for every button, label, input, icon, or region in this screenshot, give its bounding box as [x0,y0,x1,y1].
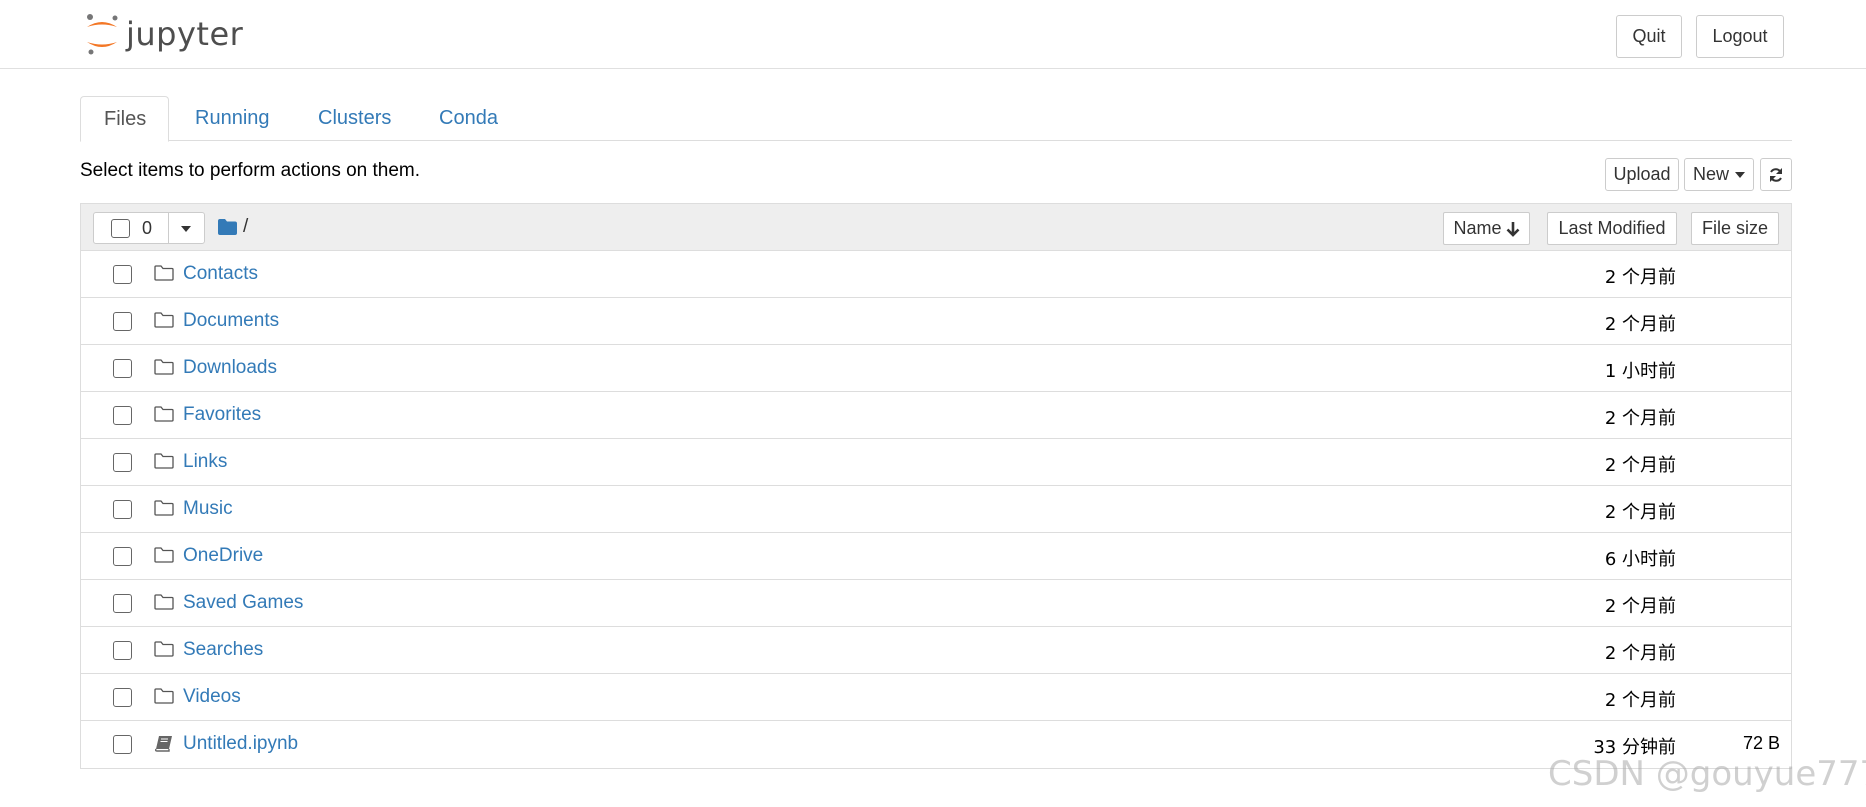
row-checkbox[interactable] [113,688,132,707]
folder-icon [154,641,174,662]
tab-conda[interactable]: Conda [439,96,498,141]
file-row[interactable]: Music 2 个月前 [81,486,1791,533]
folder-icon [154,688,174,709]
new-label: New [1692,164,1729,184]
tab-clusters[interactable]: Clusters [318,96,391,141]
file-row[interactable]: Untitled.ipynb 33 分钟前 72 B [81,721,1791,768]
file-row[interactable]: Downloads 1 小时前 [81,345,1791,392]
select-all-group: 0 [93,212,205,244]
file-name-link[interactable]: Music [183,498,233,520]
selected-count: 0 [142,218,153,238]
file-row[interactable]: OneDrive 6 小时前 [81,533,1791,580]
last-modified: 2 个月前 [1604,408,1676,429]
row-checkbox[interactable] [113,500,132,519]
quit-button[interactable]: Quit [1616,15,1682,58]
breadcrumb-root: / [243,216,249,237]
file-name-link[interactable]: Documents [183,310,279,332]
file-name-link[interactable]: OneDrive [183,545,263,567]
divider [168,213,169,243]
last-modified: 1 小时前 [1604,361,1676,382]
file-size: 72 B [1742,733,1780,753]
chevron-down-icon [1735,171,1745,178]
folder-icon [218,219,237,235]
row-checkbox[interactable] [113,594,132,613]
file-name-link[interactable]: Saved Games [183,592,303,614]
logo-text: jupyter [126,15,244,53]
file-row[interactable]: Contacts 2 个月前 [81,251,1791,298]
row-checkbox[interactable] [113,359,132,378]
folder-icon [154,547,174,568]
new-dropdown-button[interactable]: New [1684,158,1754,191]
sort-name-label: Name [1453,218,1502,238]
jupyter-logo[interactable]: jupyter [84,12,243,56]
file-row[interactable]: Links 2 个月前 [81,439,1791,486]
last-modified: 6 小时前 [1604,549,1676,570]
row-checkbox[interactable] [113,406,132,425]
select-menu-chevron-down-icon[interactable] [181,226,191,232]
file-name-link[interactable]: Videos [183,686,241,708]
last-modified: 2 个月前 [1604,455,1676,476]
jupyter-logo-icon [87,14,118,55]
logout-button[interactable]: Logout [1696,15,1784,58]
sort-file-size-button[interactable]: File size [1691,212,1779,245]
folder-icon [154,265,174,286]
file-row[interactable]: Searches 2 个月前 [81,627,1791,674]
select-all-checkbox[interactable] [111,219,130,238]
arrow-down-icon [1506,221,1519,237]
file-name-link[interactable]: Links [183,451,227,473]
row-checkbox[interactable] [113,265,132,284]
last-modified: 2 个月前 [1604,643,1676,664]
row-checkbox[interactable] [113,312,132,331]
folder-icon [154,406,174,427]
file-name-link[interactable]: Contacts [183,263,258,285]
selection-hint: Select items to perform actions on them. [80,160,421,181]
header: jupyter Quit Logout [0,0,1866,69]
folder-icon [154,312,174,333]
folder-icon [154,594,174,615]
file-name-link[interactable]: Favorites [183,404,261,426]
folder-icon [154,359,174,380]
sort-last-modified-button[interactable]: Last Modified [1547,212,1677,245]
notebook-icon [154,735,174,757]
file-name-link[interactable]: Searches [183,639,263,661]
tab-running[interactable]: Running [195,96,270,141]
upload-button[interactable]: Upload [1605,158,1679,191]
file-row[interactable]: Documents 2 个月前 [81,298,1791,345]
last-modified: 2 个月前 [1604,502,1676,523]
last-modified: 2 个月前 [1604,596,1676,617]
row-checkbox[interactable] [113,547,132,566]
file-list: 0 / Name Last Modified File size Contact… [80,203,1792,769]
file-row[interactable]: Favorites 2 个月前 [81,392,1791,439]
row-checkbox[interactable] [113,641,132,660]
file-name-link[interactable]: Downloads [183,357,277,379]
refresh-button[interactable] [1760,158,1792,191]
last-modified: 2 个月前 [1604,690,1676,711]
tab-bar: Files Running Clusters Conda [80,96,1792,142]
row-checkbox[interactable] [113,735,132,754]
breadcrumb[interactable]: / [218,216,248,238]
file-row[interactable]: Saved Games 2 个月前 [81,580,1791,627]
file-rows: Contacts 2 个月前 Documents 2 个月前 Downloads 1 小时… [81,251,1791,768]
watermark: CSDN @gouyue777 [1548,754,1866,794]
file-row[interactable]: Videos 2 个月前 [81,674,1791,721]
tab-files[interactable]: Files [80,96,169,142]
list-header: 0 / Name Last Modified File size [81,204,1791,251]
last-modified: 2 个月前 [1604,267,1676,288]
file-name-link[interactable]: Untitled.ipynb [183,733,298,755]
row-checkbox[interactable] [113,453,132,472]
sort-name-button[interactable]: Name [1443,212,1530,245]
folder-icon [154,453,174,474]
refresh-icon [1770,167,1782,182]
folder-icon [154,500,174,521]
last-modified: 2 个月前 [1604,314,1676,335]
